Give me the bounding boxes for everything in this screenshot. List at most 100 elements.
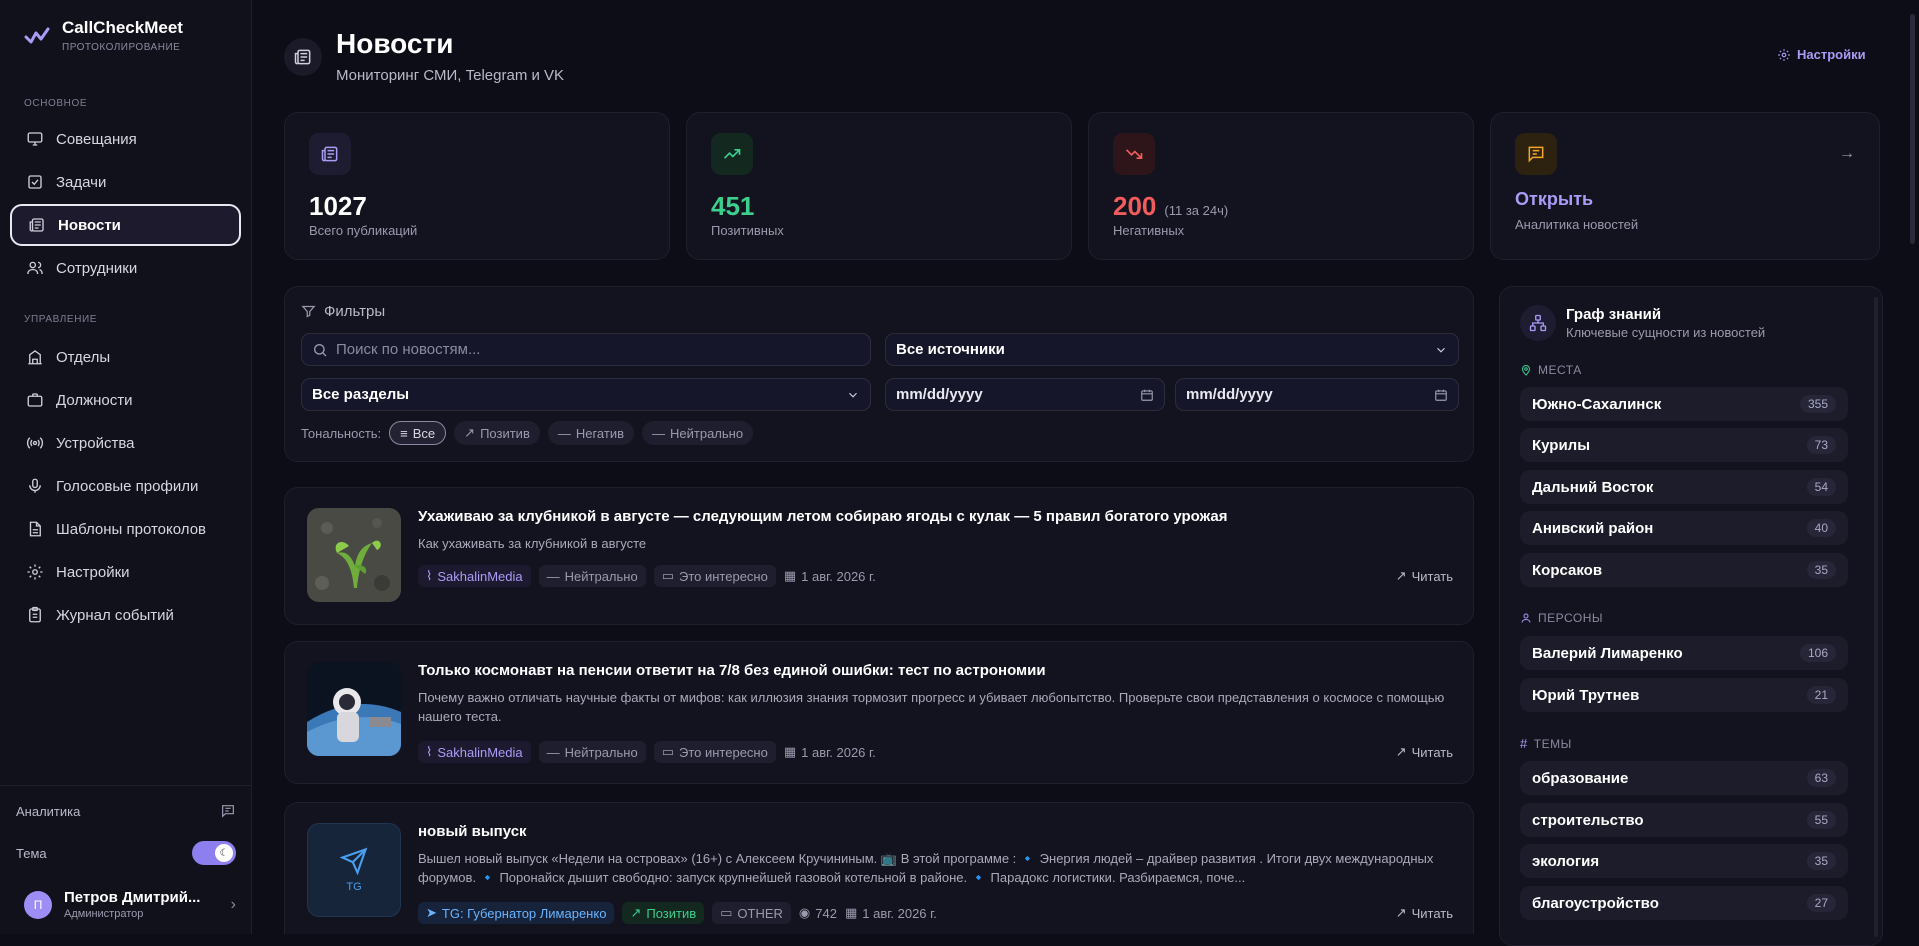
rss-icon: ⌇ (426, 568, 433, 583)
page-title: Новости (336, 28, 454, 59)
news-tone: Нейтрально (564, 568, 638, 584)
entity-place[interactable]: Курилы 73 (1520, 428, 1848, 462)
sidebar-item-event-log[interactable]: Журнал событий (10, 594, 241, 636)
entity-place[interactable]: Анивский район 40 (1520, 511, 1848, 545)
entity-topic[interactable]: экология 35 (1520, 844, 1848, 878)
entity-name: Корсаков (1532, 561, 1603, 579)
news-card[interactable]: TG новый выпуск Вышел новый выпуск «Неде… (284, 802, 1474, 934)
external-link-icon: ↗ (1395, 744, 1407, 759)
news-views-value: 742 (815, 905, 837, 921)
entity-topic[interactable]: строительство 55 (1520, 803, 1848, 837)
entity-person[interactable]: Валерий Лимаренко 106 (1520, 636, 1848, 670)
page-scrollbar[interactable] (1910, 14, 1915, 244)
sidebar-item-label: Сотрудники (56, 259, 138, 277)
news-title[interactable]: Ухаживаю за клубникой в августе — следую… (418, 508, 1448, 525)
send-icon: ➤ (426, 905, 437, 920)
chevron-down-icon (1434, 343, 1448, 357)
entity-count: 54 (1806, 478, 1836, 496)
entity-name: Валерий Лимаренко (1532, 644, 1683, 662)
trending-up-icon: ↗ (630, 905, 642, 920)
news-card[interactable]: Только космонавт на пенсии ответит на 7/… (284, 641, 1474, 784)
settings-link[interactable]: Настройки (1777, 47, 1866, 62)
tone-filter: Тональность: ≡ Все ↗ Позитив — Негатив — Ней… (301, 421, 754, 445)
news-card[interactable]: Ухаживаю за клубникой в августе — следую… (284, 487, 1474, 625)
news-tone: Нейтрально (564, 744, 638, 760)
sidebar-item-departments[interactable]: Отделы (10, 336, 241, 378)
graph-section-label: ТЕМЫ (1533, 736, 1572, 751)
entity-place[interactable]: Дальний Восток 54 (1520, 470, 1848, 504)
user-icon (1520, 612, 1532, 624)
stat-value-row: 200 (11 за 24ч) (1113, 191, 1228, 222)
entity-place[interactable]: Корсаков 35 (1520, 553, 1848, 587)
entity-person[interactable]: Юрий Трутнев 21 (1520, 678, 1848, 712)
entity-place[interactable]: Южно-Сахалинск 355 (1520, 387, 1848, 421)
tone-chip-all[interactable]: ≡ Все (389, 421, 447, 445)
sources-select[interactable]: Все источники (885, 333, 1459, 366)
read-link[interactable]: ↗ Читать (1396, 905, 1453, 921)
sidebar-item-employees[interactable]: Сотрудники (10, 247, 241, 289)
entity-count: 55 (1806, 811, 1836, 829)
news-source-tag[interactable]: ⌇ SakhalinMedia (418, 741, 531, 763)
graph-section-places: МЕСТА (1520, 363, 1582, 377)
tone-chip-positive[interactable]: ↗ Позитив (454, 421, 540, 445)
entity-topic[interactable]: благоустройство 27 (1520, 886, 1848, 920)
list-icon: ≡ (400, 425, 408, 441)
date-to-input[interactable]: mm/dd/yyyy (1175, 378, 1459, 411)
chat-icon[interactable] (220, 803, 236, 819)
entity-topic[interactable]: образование 63 (1520, 761, 1848, 795)
entity-name: Южно-Сахалинск (1532, 395, 1662, 413)
graph-subtitle: Ключевые сущности из новостей (1566, 325, 1766, 340)
theme-toggle[interactable]: ☾ (192, 841, 236, 865)
minus-icon: — (652, 425, 665, 441)
search-field[interactable] (336, 341, 860, 358)
sidebar-item-devices[interactable]: Устройства (10, 422, 241, 464)
user-profile[interactable]: П Петров Дмитрий... Администратор › (16, 889, 236, 920)
sidebar-item-settings[interactable]: Настройки (10, 551, 241, 593)
date-to-value: mm/dd/yyyy (1186, 386, 1273, 403)
read-link[interactable]: ↗ Читать (1396, 568, 1453, 584)
date-from-value: mm/dd/yyyy (896, 386, 983, 403)
building-icon (26, 348, 44, 366)
send-icon (340, 847, 368, 875)
filter-icon (301, 304, 316, 319)
sidebar-item-templates[interactable]: Шаблоны протоколов (10, 508, 241, 550)
read-link[interactable]: ↗ Читать (1396, 744, 1453, 760)
read-link-label: Читать (1411, 568, 1453, 584)
sidebar-item-tasks[interactable]: Задачи (10, 161, 241, 203)
sidebar-item-news[interactable]: Новости (10, 204, 241, 246)
search-input[interactable] (301, 333, 871, 366)
tone-label: Тональность: (301, 425, 382, 441)
news-tone: Позитив (646, 905, 697, 921)
news-source-tag[interactable]: ⌇ SakhalinMedia (418, 565, 531, 587)
news-section-tag: ▭ Это интересно (653, 565, 776, 587)
tone-chip-neutral[interactable]: — Нейтрально (642, 421, 754, 445)
sidebar-item-meetings[interactable]: Совещания (10, 118, 241, 160)
news-section: Это интересно (679, 744, 768, 760)
sidebar-footer (0, 785, 252, 786)
graph-section-persons: ПЕРСОНЫ (1520, 611, 1603, 625)
news-title[interactable]: новый выпуск (418, 823, 1448, 840)
message-icon (1515, 133, 1557, 175)
sidebar-item-positions[interactable]: Должности (10, 379, 241, 421)
entity-name: образование (1532, 769, 1629, 787)
folder-icon: ▭ (720, 905, 733, 920)
news-source: TG: Губернатор Лимаренко (441, 905, 607, 921)
brand[interactable]: CallCheckMeet ПРОТОКОЛИРОВАНИЕ (24, 18, 183, 53)
news-source-tag[interactable]: ➤ TG: Губернатор Лимаренко (418, 902, 615, 924)
sections-select[interactable]: Все разделы (301, 378, 871, 411)
sidebar-item-voice-profiles[interactable]: Голосовые профили (10, 465, 241, 507)
calendar-icon[interactable] (1140, 388, 1154, 402)
news-views: ◉ 742 (799, 905, 837, 921)
tone-chip-negative[interactable]: — Негатив (547, 421, 634, 445)
read-link-label: Читать (1411, 905, 1453, 921)
scrollbar[interactable] (1874, 297, 1878, 937)
monitor-icon (26, 130, 44, 148)
sidebar-item-label: Задачи (56, 173, 107, 191)
analytics-row[interactable]: Аналитика (16, 803, 236, 819)
briefcase-icon (26, 391, 44, 409)
calendar-icon[interactable] (1434, 388, 1448, 402)
sidebar-item-label: Отделы (56, 348, 111, 366)
stat-card-analytics[interactable]: → Открыть Аналитика новостей (1490, 112, 1880, 260)
news-title[interactable]: Только космонавт на пенсии ответит на 7/… (418, 662, 1448, 679)
date-from-input[interactable]: mm/dd/yyyy (885, 378, 1165, 411)
